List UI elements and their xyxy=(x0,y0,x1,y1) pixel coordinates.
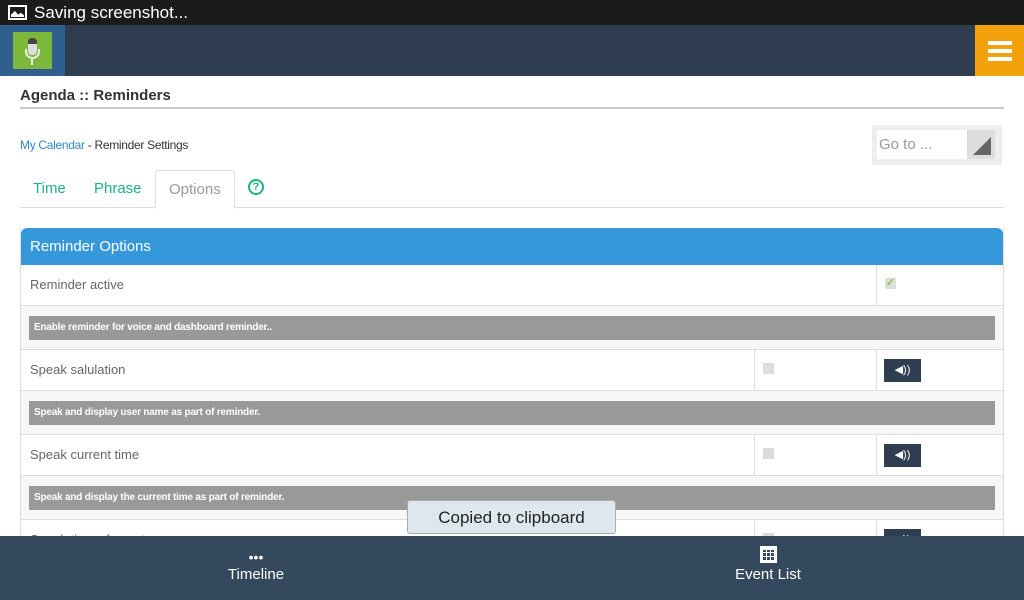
tab-phrase[interactable]: Phrase xyxy=(81,170,155,208)
breadcrumb-current: - Reminder Settings xyxy=(84,138,189,152)
nav-label: Timeline xyxy=(227,566,285,583)
dropdown-arrow-icon[interactable] xyxy=(967,130,995,159)
breadcrumb-my-calendar[interactable]: My Calendar xyxy=(20,138,85,152)
note-text: Speak and display user name as part of r… xyxy=(29,401,995,425)
goto-placeholder: Go to ... xyxy=(879,136,933,153)
app-logo[interactable] xyxy=(0,25,65,76)
row-label: Speak salulation xyxy=(30,362,126,377)
panel-title: Reminder Options xyxy=(21,228,1003,265)
note-text: Enable reminder for voice and dashboard … xyxy=(29,316,995,340)
status-bar: Saving screenshot... xyxy=(0,0,1024,25)
page-title: Agenda :: Reminders xyxy=(20,87,1004,109)
toast-message: Copied to clipboard xyxy=(407,500,616,534)
row-note: Enable reminder for voice and dashboard … xyxy=(21,306,1003,350)
row-speak-salutation: Speak salulation ◀)) xyxy=(21,350,1003,391)
goto-select[interactable]: Go to ... xyxy=(872,125,1002,165)
tab-bar: Time Phrase Options ? xyxy=(20,170,1004,209)
speaker-button[interactable]: ◀)) xyxy=(884,359,921,382)
row-speak-current-time: Speak current time ◀)) xyxy=(21,435,1003,476)
row-reminder-active: Reminder active ✓ xyxy=(21,265,1003,306)
microphone-icon xyxy=(13,32,52,69)
speaker-button[interactable]: ◀)) xyxy=(884,444,921,467)
row-label: Reminder active xyxy=(30,277,124,292)
reminder-active-checkbox[interactable]: ✓ xyxy=(885,278,896,289)
breadcrumb: My Calendar - Reminder Settings xyxy=(20,138,188,152)
status-text: Saving screenshot... xyxy=(34,2,189,22)
nav-label: Event List xyxy=(735,566,801,583)
nav-event-list[interactable]: Event List xyxy=(668,536,868,600)
calendar-icon xyxy=(759,546,777,563)
speak-salutation-checkbox[interactable] xyxy=(763,363,774,374)
help-icon[interactable]: ? xyxy=(248,179,264,195)
tab-options[interactable]: Options xyxy=(155,170,235,209)
speak-current-time-checkbox[interactable] xyxy=(763,448,774,459)
ellipsis-icon: ••• xyxy=(248,549,264,565)
nav-timeline[interactable]: ••• Timeline xyxy=(156,536,356,600)
bottom-nav: ••• Timeline Event List xyxy=(0,536,1024,600)
calendar-icon-wrap xyxy=(668,536,868,566)
menu-button[interactable] xyxy=(975,25,1024,76)
tab-time[interactable]: Time xyxy=(20,170,79,208)
top-bar xyxy=(0,25,1024,76)
row-label: Speak current time xyxy=(30,447,140,462)
row-note: Speak and display user name as part of r… xyxy=(21,391,1003,435)
image-icon xyxy=(8,5,27,20)
